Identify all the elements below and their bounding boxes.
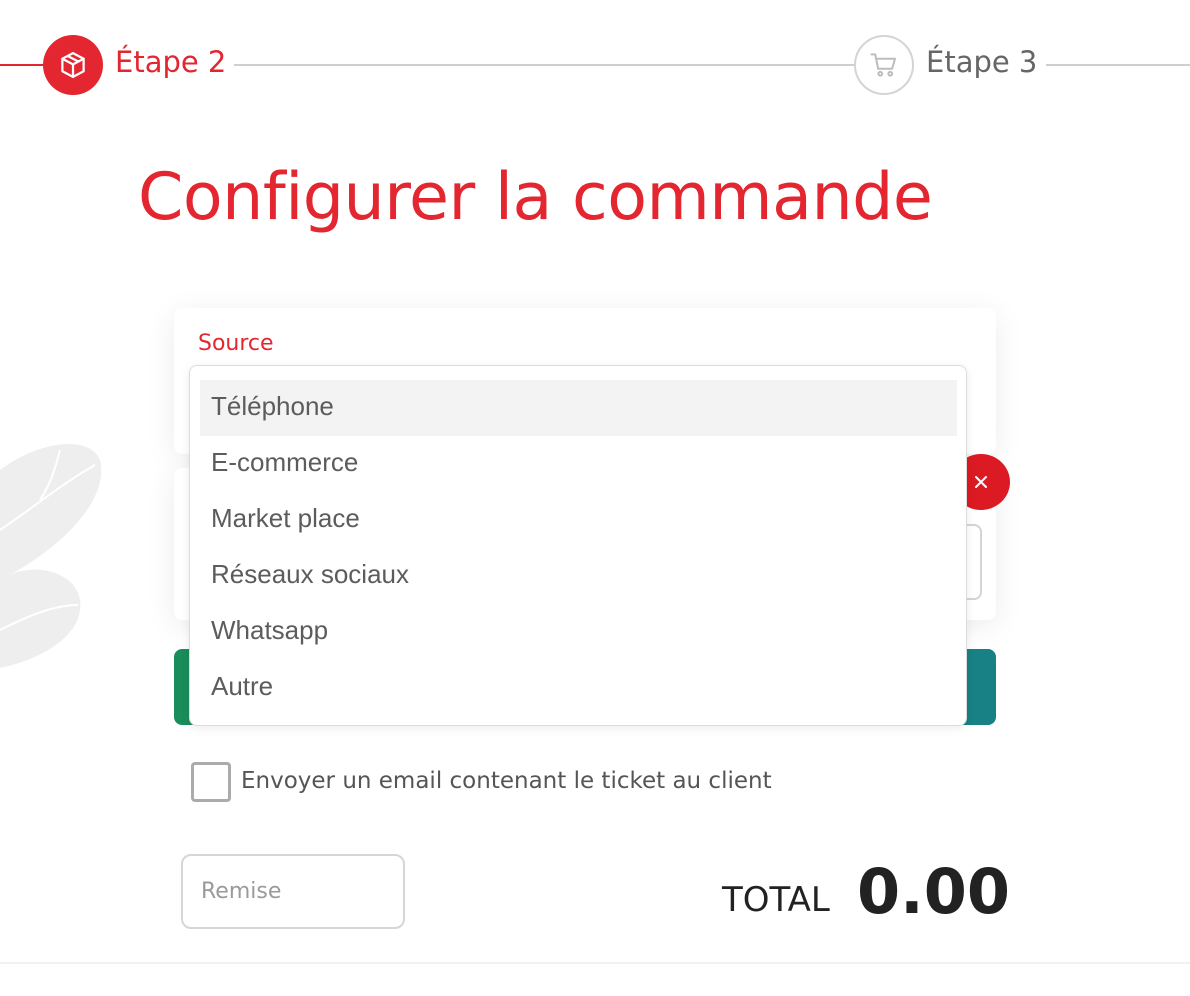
step-2-label: Étape 2	[115, 45, 227, 79]
total-value: 0.00	[857, 855, 1010, 928]
page-title: Configurer la commande	[138, 160, 933, 235]
divider	[0, 962, 1190, 964]
source-option[interactable]: Réseaux sociaux	[200, 548, 957, 604]
source-option[interactable]: Market place	[200, 492, 957, 548]
email-ticket-label: Envoyer un email contenant le ticket au …	[241, 768, 772, 794]
remise-input[interactable]	[181, 854, 405, 929]
step-3-indicator[interactable]	[854, 35, 914, 95]
email-ticket-checkbox[interactable]	[191, 762, 231, 802]
stepper-progress-line	[0, 64, 44, 66]
source-option[interactable]: Autre	[200, 660, 957, 716]
order-stepper: Étape 2 Étape 3	[0, 0, 1190, 130]
step-2-indicator[interactable]	[43, 35, 103, 95]
source-option[interactable]: Whatsapp	[200, 604, 957, 660]
cart-icon	[870, 53, 896, 77]
close-icon	[975, 476, 987, 488]
package-icon	[61, 52, 85, 78]
stepper-line	[234, 64, 854, 66]
source-label: Source	[198, 331, 274, 356]
source-dropdown-list[interactable]: Téléphone E-commerce Market place Réseau…	[189, 365, 967, 726]
source-option[interactable]: Téléphone	[200, 380, 957, 436]
leaf-decoration-icon	[0, 443, 102, 668]
total-label: TOTAL	[722, 880, 830, 920]
stepper-line	[1046, 64, 1190, 66]
step-3-label: Étape 3	[926, 45, 1038, 79]
source-option[interactable]: E-commerce	[200, 436, 957, 492]
